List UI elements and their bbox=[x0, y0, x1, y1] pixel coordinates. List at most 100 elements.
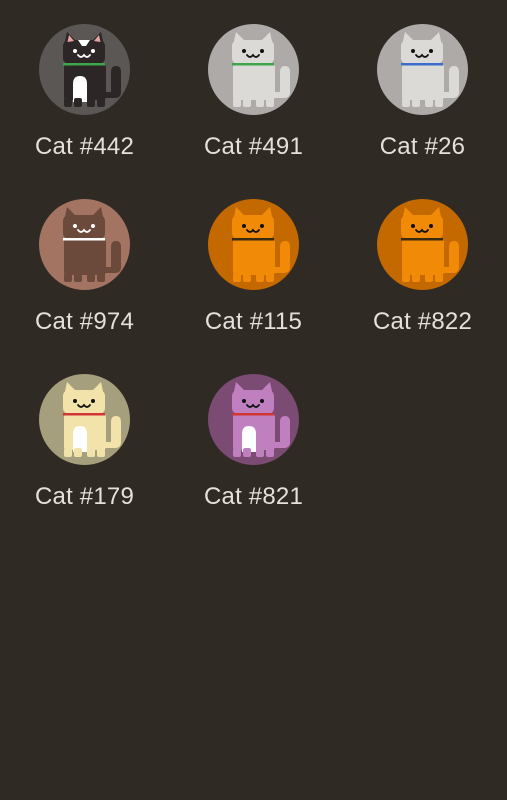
cat-eye bbox=[73, 49, 77, 53]
cat-leg bbox=[266, 98, 274, 107]
cat-avatar[interactable] bbox=[39, 374, 130, 465]
cat-eye bbox=[411, 224, 415, 228]
cat-leg bbox=[402, 273, 410, 282]
cat-avatar[interactable] bbox=[377, 199, 468, 290]
cat-leg bbox=[233, 98, 241, 107]
cat-eye bbox=[91, 49, 95, 53]
cat-tile[interactable]: Cat #822 bbox=[338, 175, 507, 350]
cat-leg bbox=[435, 273, 443, 282]
cat-eye bbox=[411, 49, 415, 53]
cat-body bbox=[402, 239, 444, 275]
cat-leg bbox=[402, 98, 410, 107]
cat-orange-icon bbox=[401, 207, 459, 282]
cat-tile[interactable]: Cat #26 bbox=[338, 0, 507, 175]
cat-eye bbox=[73, 224, 77, 228]
cat-name: Cat #179 bbox=[34, 483, 134, 510]
cat-white-icon bbox=[401, 32, 459, 107]
cat-leg bbox=[97, 448, 105, 457]
cat-collar bbox=[232, 413, 274, 416]
cat-name: Cat #115 bbox=[204, 308, 303, 335]
cat-tail bbox=[274, 241, 290, 273]
cat-leg bbox=[266, 273, 274, 282]
cat-leg bbox=[74, 273, 82, 282]
cat-collar bbox=[63, 238, 105, 241]
cat-leg bbox=[64, 273, 72, 282]
cat-leg bbox=[64, 98, 72, 107]
cat-leg bbox=[87, 98, 95, 107]
cat-tail bbox=[105, 416, 121, 448]
cat-name: Cat #821 bbox=[203, 483, 303, 510]
cat-tail bbox=[274, 416, 290, 448]
cat-leg bbox=[87, 273, 95, 282]
cat-collar bbox=[401, 63, 443, 66]
cat-tail bbox=[443, 66, 459, 98]
cat-name: Cat #822 bbox=[372, 308, 472, 335]
cat-eye bbox=[429, 49, 433, 53]
cat-eye bbox=[242, 49, 246, 53]
cat-brown-icon bbox=[63, 207, 121, 282]
cat-tail bbox=[443, 241, 459, 273]
cat-leg bbox=[233, 273, 241, 282]
cat-tile[interactable]: Cat #179 bbox=[0, 350, 169, 525]
cat-leg bbox=[243, 98, 251, 107]
cat-tile[interactable]: Cat #974 bbox=[0, 175, 169, 350]
cat-white-icon bbox=[232, 32, 290, 107]
cat-leg bbox=[97, 273, 105, 282]
cat-body bbox=[233, 64, 275, 100]
cat-collar bbox=[63, 413, 105, 416]
cat-tail bbox=[274, 66, 290, 98]
cat-eye bbox=[91, 224, 95, 228]
cat-leg bbox=[435, 98, 443, 107]
cat-leg bbox=[74, 98, 82, 107]
cat-leg bbox=[243, 273, 251, 282]
cat-name: Cat #26 bbox=[379, 133, 466, 160]
cat-leg bbox=[412, 273, 420, 282]
cat-leg bbox=[412, 98, 420, 107]
cat-eye bbox=[260, 224, 264, 228]
cat-avatar[interactable] bbox=[208, 24, 299, 115]
cat-collar bbox=[401, 238, 443, 241]
cat-tail bbox=[105, 66, 121, 98]
cat-cream-icon bbox=[63, 382, 121, 457]
cat-collar bbox=[232, 63, 274, 66]
cat-avatar[interactable] bbox=[377, 24, 468, 115]
cat-leg bbox=[97, 98, 105, 107]
cat-eye bbox=[242, 399, 246, 403]
cat-body bbox=[402, 64, 444, 100]
cat-body bbox=[64, 239, 106, 275]
cat-leg bbox=[64, 448, 72, 457]
cat-tile[interactable]: Cat #442 bbox=[0, 0, 169, 175]
cat-black-white-icon bbox=[63, 32, 121, 107]
cat-eye bbox=[260, 49, 264, 53]
cat-avatar[interactable] bbox=[39, 199, 130, 290]
cat-leg bbox=[243, 448, 251, 457]
cat-leg bbox=[425, 98, 433, 107]
cat-avatar[interactable] bbox=[39, 24, 130, 115]
cat-tile[interactable]: Cat #491 bbox=[169, 0, 338, 175]
cat-tile[interactable]: Cat #115 bbox=[169, 175, 338, 350]
cat-collar bbox=[232, 238, 274, 241]
cat-eye bbox=[73, 399, 77, 403]
cat-purple-icon bbox=[232, 382, 290, 457]
cat-tile[interactable]: Cat #821 bbox=[169, 350, 338, 525]
cat-collar bbox=[63, 63, 105, 66]
cat-eye bbox=[91, 399, 95, 403]
cat-tail bbox=[105, 241, 121, 273]
cat-leg bbox=[425, 273, 433, 282]
cat-name: Cat #491 bbox=[203, 133, 303, 160]
cat-avatar[interactable] bbox=[208, 374, 299, 465]
cat-avatar[interactable] bbox=[208, 199, 299, 290]
cat-leg bbox=[256, 273, 264, 282]
cat-eye bbox=[429, 224, 433, 228]
cat-orange-icon bbox=[232, 207, 290, 282]
cat-leg bbox=[233, 448, 241, 457]
cat-leg bbox=[74, 448, 82, 457]
cat-leg bbox=[87, 448, 95, 457]
cat-body bbox=[233, 239, 275, 275]
cat-eye bbox=[260, 399, 264, 403]
cat-leg bbox=[256, 448, 264, 457]
cat-leg bbox=[256, 98, 264, 107]
cat-eye bbox=[242, 224, 246, 228]
cat-leg bbox=[266, 448, 274, 457]
cat-name: Cat #974 bbox=[34, 308, 134, 335]
